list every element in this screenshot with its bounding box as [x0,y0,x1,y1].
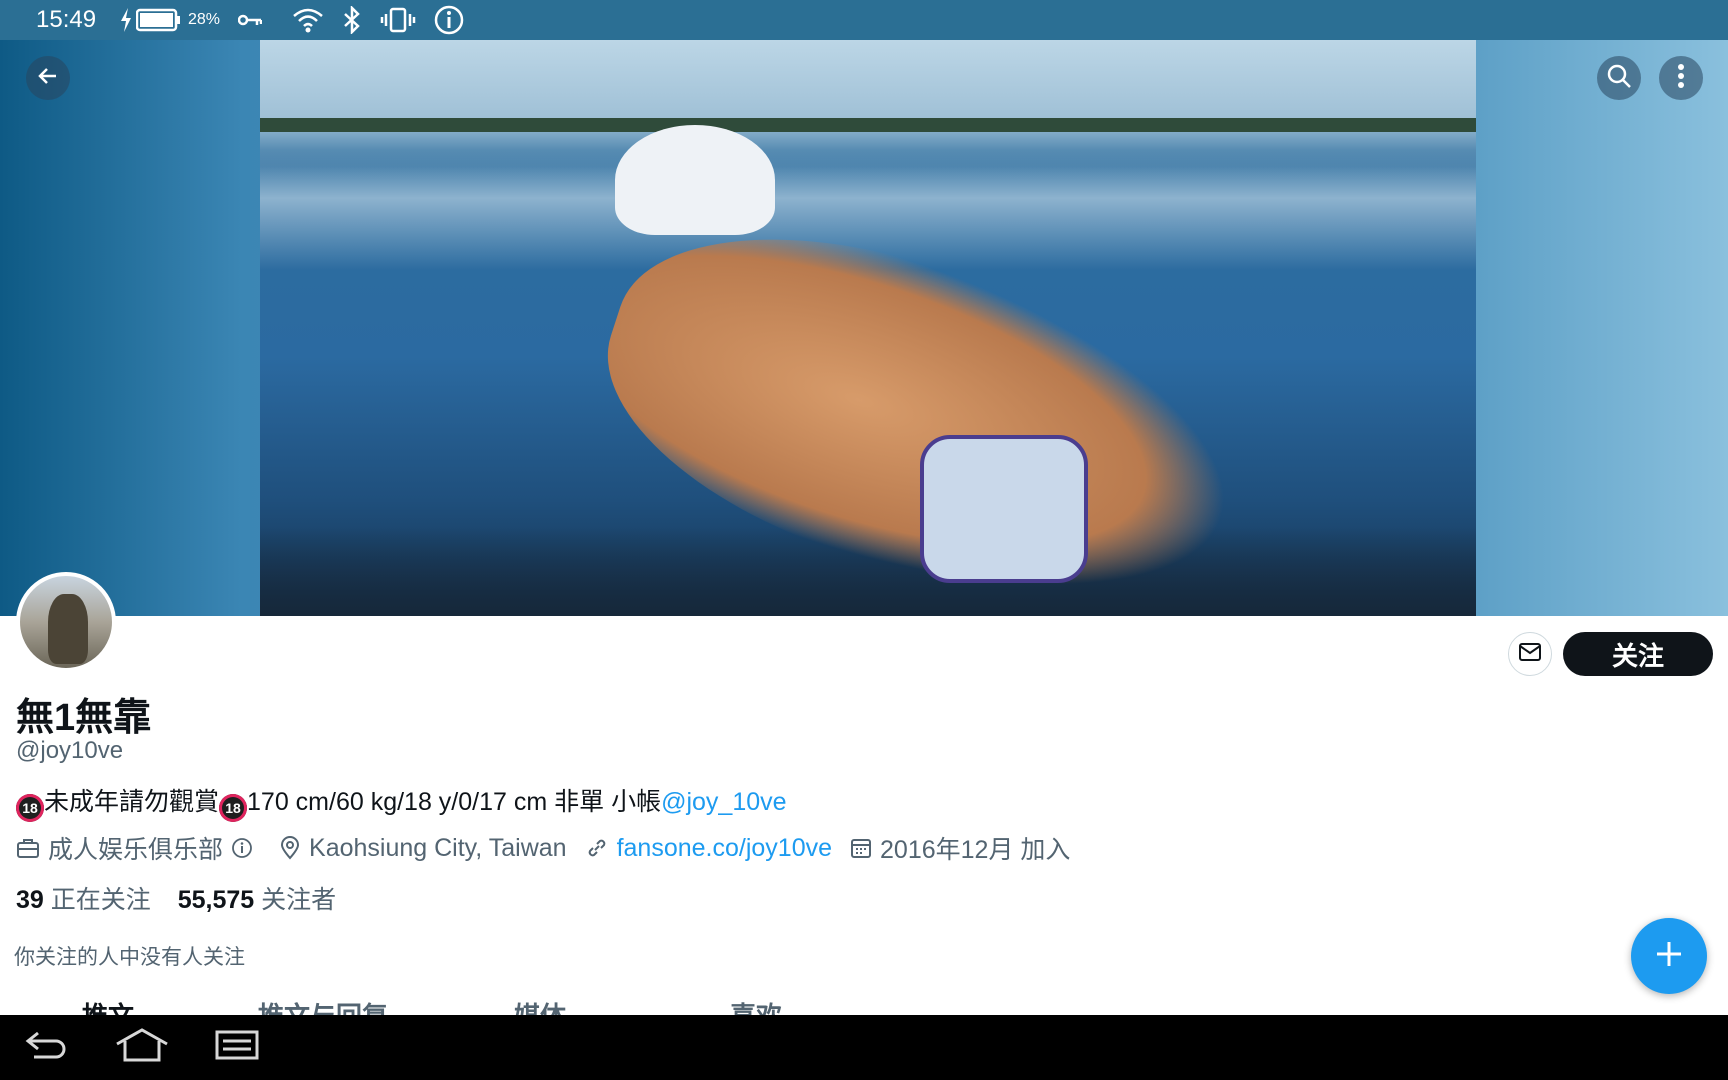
joined-text: 2016年12月 加入 [880,836,1071,864]
search-button[interactable] [1597,56,1641,100]
calendar-icon [850,837,872,859]
profile-banner[interactable] [0,40,1728,616]
location-text: Kaohsiung City, Taiwan [309,833,567,862]
more-vertical-icon [1677,63,1685,94]
website-link[interactable]: fansone.co/joy10ve [617,834,832,863]
profile-tabs: 推文 推文与回复 媒体 喜欢 [0,990,1728,1016]
profile-bio: 18 未成年請勿觀賞 18 170 cm/60 kg/18 y/0/17 cm 非單 … [16,782,787,822]
status-icons: 28% [120,4,464,36]
vpn-key-icon [238,4,263,36]
link-icon [585,836,609,860]
profile-meta: 成人娱乐俱乐部 Kaohsiung City, Taiwan fansone.c… [16,830,1088,866]
display-name: 無1無靠 [16,697,152,739]
avatar[interactable] [16,572,116,672]
location-item: Kaohsiung City, Taiwan [279,834,567,863]
bio-text-stats: 170 cm/60 kg/18 y/0/17 cm 非單 小帳 [247,788,662,816]
bluetooth-icon [342,4,362,36]
status-bar: 15:49 28% [0,0,1728,40]
arrow-left-icon [36,64,60,93]
user-handle: @joy10ve [16,737,124,764]
tab-media[interactable]: 媒体 [514,996,566,1016]
nav-recents-button[interactable] [207,1027,267,1067]
following-label: 正在关注 [50,886,151,914]
battery-percent: 28% [188,11,221,28]
recents-icon [215,1030,259,1065]
vibrate-icon [380,4,416,36]
more-button[interactable] [1659,56,1703,100]
message-button[interactable] [1508,632,1552,676]
bio-text-warning: 未成年請勿觀賞 [44,788,220,816]
charging-icon [120,4,132,36]
followers-label: 关注者 [261,886,337,914]
followers-count: 55,575 [177,886,255,914]
nav-home-button[interactable] [112,1027,172,1067]
compose-tweet-button[interactable] [1631,918,1707,994]
battery-icon [136,4,182,36]
info-icon [434,4,464,36]
following-count: 39 [16,886,44,914]
system-nav-bar [0,1015,1728,1080]
followers-you-know-note: 你关注的人中没有人关注 [14,946,245,969]
banner-image [260,40,1476,616]
followers-link[interactable]: 55,575 关注者 [178,886,336,914]
briefcase-icon [16,837,40,859]
back-button[interactable] [26,56,70,100]
info-circle-icon[interactable] [231,837,253,859]
tab-likes[interactable]: 喜欢 [730,996,782,1016]
home-icon [114,1027,170,1067]
tab-tweets[interactable]: 推文 [82,996,134,1016]
bio-mention-link[interactable]: @joy_10ve [661,788,786,816]
back-arrow-icon [24,1029,70,1066]
joined-item: 2016年12月 加入 [850,830,1070,866]
status-time: 15:49 [36,6,97,33]
follow-stats: 39 正在关注 55,575 关注者 [16,880,356,916]
category-item: 成人娱乐俱乐部 [16,830,261,866]
location-pin-icon [279,836,301,860]
plus-icon [1654,939,1684,974]
wifi-icon [292,4,324,36]
search-icon [1606,63,1632,94]
nav-back-button[interactable] [17,1027,77,1067]
following-link[interactable]: 39 正在关注 [16,886,151,914]
no-under-18-icon: 18 [219,794,248,822]
mail-icon [1518,642,1542,667]
no-under-18-icon: 18 [16,794,44,822]
tab-tweets-replies[interactable]: 推文与回复 [258,996,388,1016]
follow-button[interactable]: 关注 [1563,632,1713,676]
category-text: 成人娱乐俱乐部 [48,836,224,864]
website-item[interactable]: fansone.co/joy10ve [585,834,832,863]
